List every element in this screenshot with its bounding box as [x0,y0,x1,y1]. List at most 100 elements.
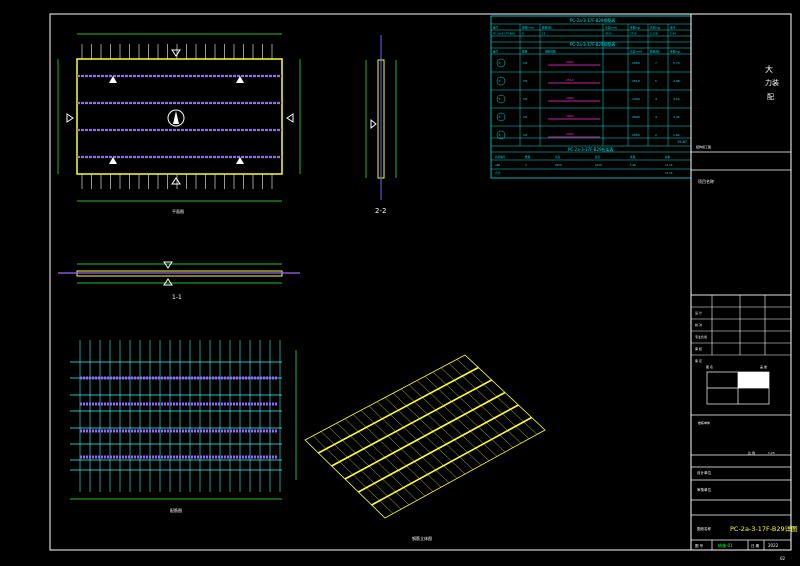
table-header-cell: 编号 [493,26,499,30]
drawing-name: PC-2a-3-17F-B29详图 [730,524,798,533]
signoff-label: 校 对 [695,322,702,327]
date-value: 2022 [768,543,779,548]
side-section-label: 2-2 [375,207,386,215]
section-marker-icon [171,49,181,57]
row-qty: 2 [655,133,657,137]
table-subheader-cell: 数量(根) [650,50,660,54]
title-block-signoff-rows: 设 计校 对专业负责审 核审 定 [691,294,791,363]
table-summary-cell: PC-2a-3-17F-B29 [493,32,515,36]
row-shape-length: 2510 [566,78,574,82]
plan-rebar-ticks-bottom [81,174,273,189]
row-shape-length: 2800 [566,114,574,118]
row-length: 2800 [632,115,640,119]
row-spec: C8 [523,61,527,65]
seal-label: 盖 章 [760,364,767,369]
table-total-value: 19.87 [677,140,687,144]
signoff-label: 审 核 [695,346,702,351]
table-summary-cell: 3020 [605,32,612,36]
table-header-cell: 重量(kg) [630,26,640,30]
truss-cell: 12.18 [665,171,673,175]
truss-cell: A80 [495,163,500,167]
rebar-plan-view: 配筋图 [70,340,297,513]
truss-cell: 6150 [595,163,602,167]
stamp-box-fill [738,372,769,388]
iso-view-label: 钢筋立体图 [412,535,432,541]
row-weight: 5.73 [673,61,680,65]
drawing-no-label: 图 号 [695,543,704,548]
plan-rebar-ticks-top [81,44,273,59]
date-label: 日 期 [751,543,760,548]
plan-view-label: 平面图 [172,208,184,214]
side-section-view: 2-2 [365,35,397,215]
section-marker-icon [163,278,173,286]
drawing-name-label: 图纸名称 [697,526,711,531]
section-marker-icon [171,177,181,185]
scale-value: 1:25 [768,451,775,455]
table-header-cell: 规格(mm) [522,26,534,30]
table-summary-cell: 8 [522,32,524,36]
row-id: ① [498,61,501,65]
table-summary-row: PC-2a-3-17F-B29 8 15 3020 2710 0.156 5.94 [493,32,676,36]
row-shape-length: 1990 [566,96,574,100]
table-summary-cell: 0.156 [650,32,658,36]
checker-label: 审核单位 [697,487,711,492]
section-marker-icon [286,113,294,123]
table-subheader-cell: 长度(mm) [630,50,642,54]
row-qty: 7 [655,61,657,65]
row-qty: 4 [655,97,657,101]
row-qty: 4 [655,115,657,119]
truss-cell: 1.98 [630,163,636,167]
table-header-cell: 数量(根) [542,26,552,30]
signoff-label: 设 计 [695,310,702,315]
plan-truss-bands [77,74,282,159]
designer-label: 设计单位 [697,470,711,475]
company-name-line3: 配 [767,93,774,101]
truss-table-header: 桁架编号 数量 长度 总长 重量 总重 [495,155,671,159]
section-marker-icon [370,118,377,130]
table-header-cell: 长度(mm) [605,26,617,30]
truss-cell: 合计 [495,171,501,175]
isometric-rebar-view: 钢筋立体图 [304,354,546,541]
truss-table-title: PC-2a-3-17F-B29桁架表 [568,146,614,152]
signoff-label: 专业负责 [695,334,707,339]
row-spec: C8 [523,133,527,137]
page-number: 02 [780,556,786,561]
sheet-border [49,13,792,551]
project-label: 项目名称 [698,178,714,184]
row-weight: 3.14 [673,97,680,101]
table-subheader-cell: 重量(kg) [670,50,680,54]
section-marker-icon [66,113,74,123]
note-text: 结构施工图 [696,144,711,149]
table-subheader-cell: 规格 [522,50,528,54]
truss-header-cell: 桁架编号 [495,155,506,159]
row-weight: 4.96 [673,79,680,83]
table-rebar-rows: ① C8 2050 2050 7 5.73 ② C8 2510 2510 5 4.96 ③ C8 1990 1… [496,58,680,140]
table-summary-cell: 2710 [630,32,637,36]
elevation-section-view: 1-1 [58,261,300,301]
row-shape-length: 2050 [566,60,574,64]
row-length: 2510 [632,79,640,83]
section-marker-icon [163,261,173,269]
table-summary-cell: 5.94 [670,32,676,36]
row-id: ③ [498,97,501,101]
truss-header-cell: 长度 [555,155,561,159]
row-qty: 5 [655,79,657,83]
table-header-cell: 总重(kg) [650,26,660,30]
rebar-plan-label: 配筋图 [170,507,182,513]
truss-header-cell: 总长 [595,155,601,159]
table-header-cell: 备注 [670,26,676,30]
row-spec: C8 [523,97,527,101]
table-subheader-cell: 编号 [493,50,499,54]
company-name-line1: 大 [765,64,773,74]
table-outline [490,15,692,179]
iso-truss [371,416,533,506]
truss-cell: 12.18 [665,163,673,167]
plan-view: 平面图 [57,33,301,214]
row-length: 2050 [632,133,640,137]
company-name-line2: 力装 [765,78,779,87]
table-summary-cell: 15 [542,32,546,36]
truss-header-cell: 重量 [630,155,636,159]
truss-cell: 3 [525,163,527,167]
scale-label: 比 例 [748,450,755,455]
stamp-label: 图 名 [706,364,713,369]
